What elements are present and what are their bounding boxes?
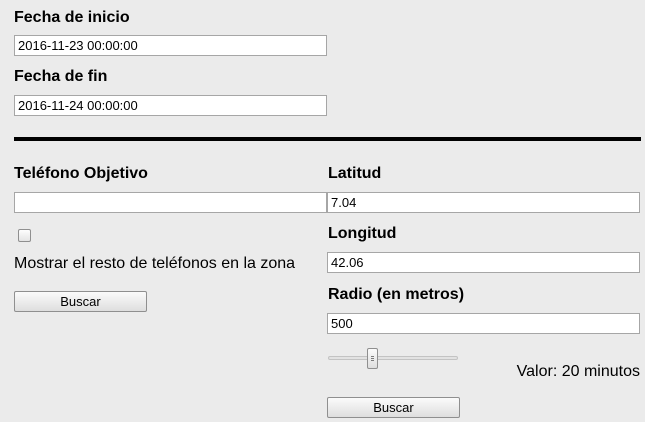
radius-label: Radio (en metros) [328,286,465,303]
target-phone-label: Teléfono Objetivo [14,165,148,182]
radius-input[interactable] [327,313,640,334]
start-date-label: Fecha de inicio [14,9,130,26]
end-date-label: Fecha de fin [14,68,108,85]
longitude-label: Longitud [328,225,397,242]
start-date-input[interactable] [14,35,327,56]
end-date-input[interactable] [14,95,327,116]
show-rest-checkbox[interactable] [18,229,31,242]
target-phone-input[interactable] [14,192,327,213]
slider-value-text: Valor: 20 minutos [516,363,640,380]
time-slider-track[interactable] [328,356,458,360]
zone-search-button[interactable]: Buscar [327,397,460,418]
phone-search-button[interactable]: Buscar [14,291,147,312]
time-slider-thumb[interactable] [367,348,378,369]
longitude-input[interactable] [327,252,640,273]
latitude-input[interactable] [327,192,640,213]
latitude-label: Latitud [328,165,382,182]
grip-icon [371,356,374,357]
show-rest-label: Mostrar el resto de teléfonos en la zona [14,255,296,272]
section-divider [14,137,641,141]
